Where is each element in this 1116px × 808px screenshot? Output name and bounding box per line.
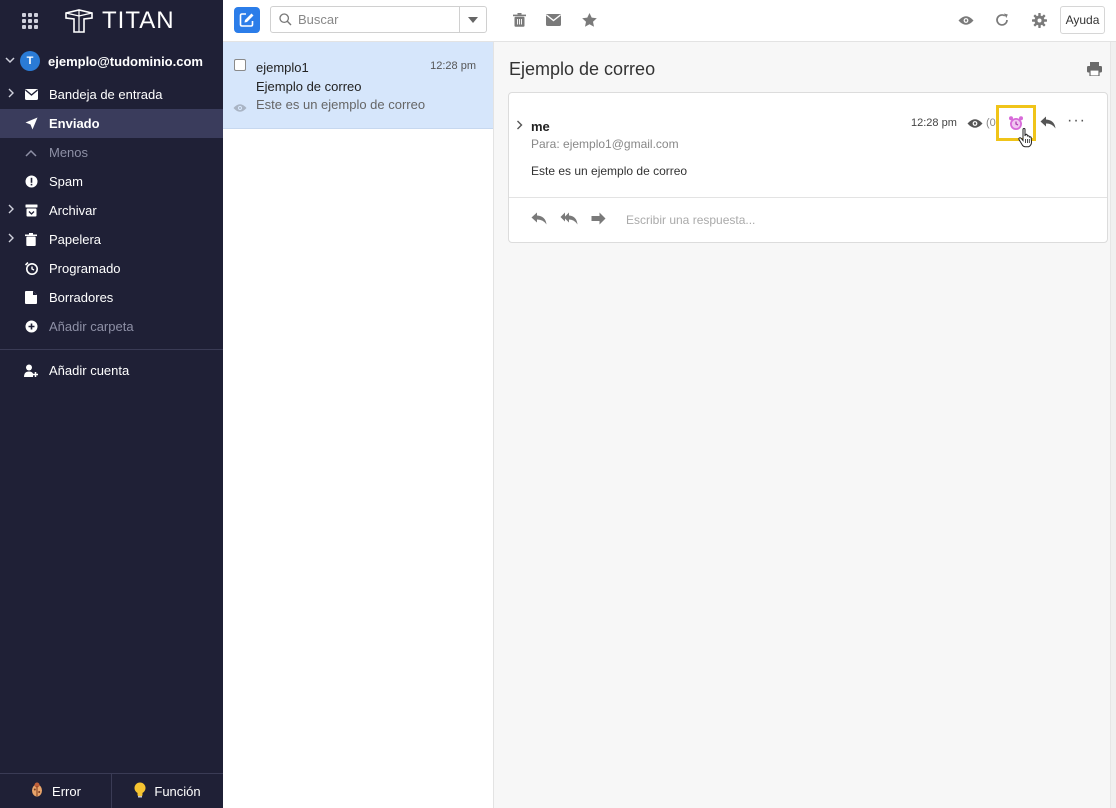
reply-all-icon[interactable] <box>560 212 578 228</box>
add-account-label: Añadir cuenta <box>49 363 130 378</box>
account-header[interactable]: T ejemplo@tudominio.com <box>0 42 223 80</box>
message-list-item[interactable]: ejemplo1 12:28 pm Ejemplo de correo Este… <box>223 42 493 129</box>
expand-chevron-icon[interactable] <box>516 120 523 133</box>
delete-icon[interactable] <box>511 12 527 28</box>
brand-bar: TITAN <box>0 0 223 42</box>
view-icon[interactable] <box>958 12 974 28</box>
scrollbar[interactable] <box>1110 42 1116 808</box>
sidebar-item-label: Programado <box>49 261 121 276</box>
help-button[interactable]: Ayuda <box>1060 6 1105 34</box>
message-sender: ejemplo1 <box>256 60 309 75</box>
message-checkbox[interactable] <box>234 59 246 71</box>
sidebar-item-label: Papelera <box>49 232 102 247</box>
read-receipt-eye-icon <box>233 101 247 116</box>
toolbar: Ayuda <box>223 0 1116 42</box>
message-body: Este es un ejemplo de correo <box>531 164 688 178</box>
trash-icon <box>24 233 38 247</box>
sidebar-item-drafts[interactable]: Borradores <box>0 283 223 312</box>
inbox-icon <box>24 88 38 102</box>
search-icon <box>279 13 292 26</box>
sidebar-item-label: Menos <box>49 145 89 160</box>
titan-logo: TITAN <box>64 7 175 35</box>
read-count: (0 <box>986 117 996 129</box>
more-options-icon[interactable]: ··· <box>1067 113 1086 129</box>
brand-name: TITAN <box>102 7 175 34</box>
chevron-down-icon[interactable] <box>5 55 17 68</box>
bug-icon <box>30 782 44 800</box>
message-list: ejemplo1 12:28 pm Ejemplo de correo Este… <box>223 42 494 808</box>
sidebar-item-label: Enviado <box>49 116 100 131</box>
apps-grid-icon[interactable] <box>22 13 38 29</box>
card-divider <box>509 197 1107 198</box>
message-time: 12:28 pm <box>911 117 957 129</box>
reply-icon[interactable] <box>1040 116 1056 132</box>
add-account-button[interactable]: Añadir cuenta <box>0 356 223 385</box>
message-subject: Ejemplo de correo <box>256 79 362 94</box>
reply-actions <box>531 212 606 228</box>
message-preview: Este es un ejemplo de correo <box>256 97 426 112</box>
send-icon <box>24 117 38 131</box>
search-options-dropdown[interactable] <box>459 7 486 32</box>
sidebar-divider <box>0 349 223 350</box>
sidebar-item-label: Añadir carpeta <box>49 319 134 334</box>
mail-icon[interactable] <box>545 12 561 28</box>
scheduled-icon <box>24 262 38 276</box>
archive-icon <box>24 204 38 218</box>
folder-list: Bandeja de entrada Enviado Menos Spam Ar… <box>0 80 223 341</box>
chevron-up-icon <box>24 146 38 160</box>
search-input[interactable] <box>298 12 458 27</box>
feature-request-button[interactable]: Función <box>111 774 223 808</box>
reply-icon[interactable] <box>531 212 547 228</box>
message-time: 12:28 pm <box>430 60 476 72</box>
reply-input[interactable]: Escribir una respuesta... <box>626 213 755 227</box>
sidebar-footer: Error Función <box>0 773 223 808</box>
read-tracking[interactable]: (0 <box>967 117 996 129</box>
sidebar-item-spam[interactable]: Spam <box>0 167 223 196</box>
sidebar-item-label: Bandeja de entrada <box>49 87 163 102</box>
hand-cursor-icon <box>1018 127 1034 151</box>
lightbulb-icon <box>134 782 146 801</box>
sidebar: TITAN T ejemplo@tudominio.com Bandeja de… <box>0 0 223 808</box>
drafts-icon <box>24 291 38 305</box>
print-icon[interactable] <box>1087 62 1102 79</box>
compose-button[interactable] <box>234 7 260 33</box>
titan-logo-icon <box>65 9 93 33</box>
compose-icon <box>239 13 254 27</box>
sidebar-item-sent[interactable]: Enviado <box>0 109 223 138</box>
sidebar-item-add-folder[interactable]: Añadir carpeta <box>0 312 223 341</box>
reading-pane: Ejemplo de correo me Para: ejemplo1@gmai… <box>494 42 1116 808</box>
eye-icon <box>967 118 983 128</box>
message-recipients: Para: ejemplo1@gmail.com <box>531 137 679 151</box>
sidebar-item-scheduled[interactable]: Programado <box>0 254 223 283</box>
settings-gear-icon[interactable] <box>1031 12 1047 28</box>
chevron-right-icon[interactable] <box>7 204 15 217</box>
add-user-icon <box>24 364 38 378</box>
chevron-right-icon[interactable] <box>7 233 15 246</box>
conversation-title: Ejemplo de correo <box>509 59 656 79</box>
account-email: ejemplo@tudominio.com <box>48 53 203 69</box>
report-error-button[interactable]: Error <box>0 774 111 808</box>
sidebar-item-trash[interactable]: Papelera <box>0 225 223 254</box>
sidebar-item-inbox[interactable]: Bandeja de entrada <box>0 80 223 109</box>
avatar: T <box>20 51 40 71</box>
sidebar-item-label: Spam <box>49 174 83 189</box>
sidebar-item-archive[interactable]: Archivar <box>0 196 223 225</box>
spam-icon <box>24 175 38 189</box>
forward-icon[interactable] <box>591 212 606 228</box>
caret-down-icon <box>468 16 478 23</box>
sidebar-item-label: Borradores <box>49 290 114 305</box>
search-box[interactable] <box>270 6 487 33</box>
message-card: me Para: ejemplo1@gmail.com Este es un e… <box>508 92 1108 243</box>
feature-label: Función <box>154 783 201 799</box>
error-label: Error <box>52 783 81 799</box>
chevron-right-icon[interactable] <box>7 88 15 101</box>
sidebar-item-label: Archivar <box>49 203 97 218</box>
add-folder-icon <box>24 320 38 334</box>
message-from: me <box>531 119 550 134</box>
refresh-icon[interactable] <box>994 12 1010 28</box>
sidebar-item-less[interactable]: Menos <box>0 138 223 167</box>
star-icon[interactable] <box>581 12 597 28</box>
